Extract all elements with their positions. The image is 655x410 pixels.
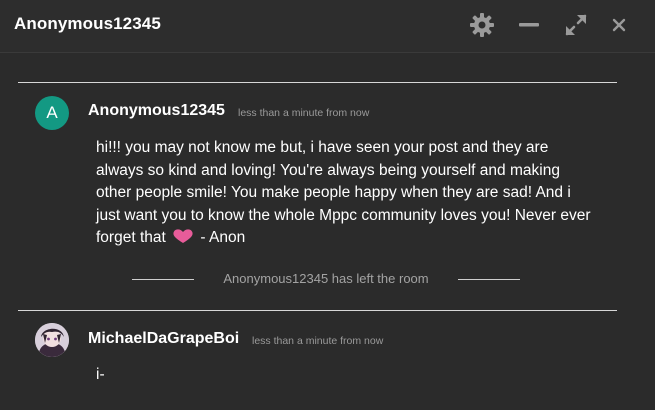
message-text: hi!!! you may not know me but, i have se… — [96, 137, 596, 250]
heart-icon — [172, 228, 194, 244]
message-signature: - Anon — [200, 229, 246, 246]
message-timestamp: less than a minute from now — [252, 335, 384, 347]
minimize-icon[interactable] — [516, 12, 542, 38]
chat-window: Anonymous12345 A Anonymous12345 less tha… — [0, 0, 655, 410]
close-icon[interactable] — [606, 12, 632, 38]
window-title: Anonymous12345 — [14, 14, 161, 33]
title-bar: Anonymous12345 — [0, 0, 655, 53]
maximize-icon[interactable] — [563, 12, 589, 38]
system-message: Anonymous12345 has left the room — [223, 271, 429, 286]
message-text: i- — [96, 366, 105, 383]
message-username[interactable]: Anonymous12345 — [88, 102, 225, 120]
message-username[interactable]: MichaelDaGrapeBoi — [88, 330, 239, 348]
system-divider-left — [132, 279, 194, 280]
message-timestamp: less than a minute from now — [238, 107, 370, 119]
avatar[interactable]: A — [35, 96, 69, 130]
system-divider-right — [458, 279, 520, 280]
divider — [18, 82, 617, 83]
user-avatar-image[interactable] — [35, 323, 69, 357]
message-text-main: hi!!! you may not know me but, i have se… — [96, 139, 591, 246]
gear-icon[interactable] — [469, 12, 495, 38]
divider — [18, 310, 617, 311]
